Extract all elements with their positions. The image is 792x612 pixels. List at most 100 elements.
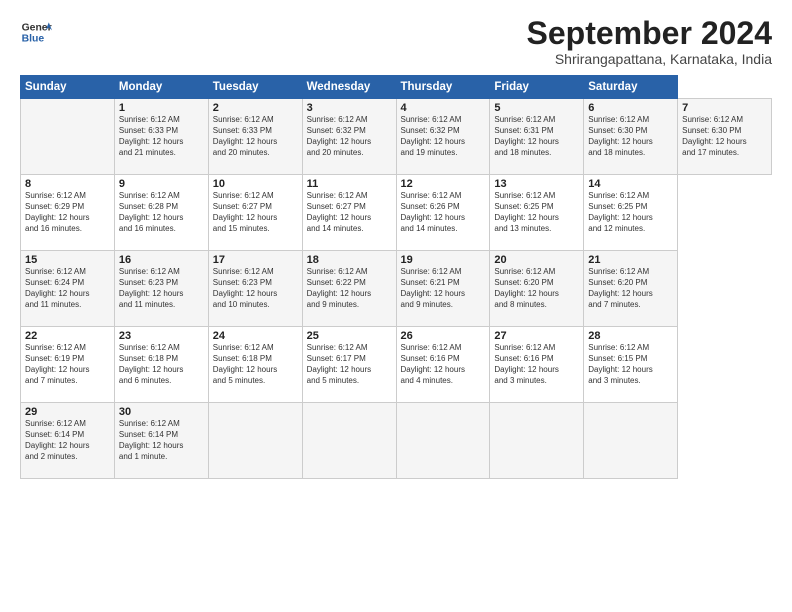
header: General Blue September 2024 Shrirangapat… [20, 16, 772, 67]
calendar-cell: 1Sunrise: 6:12 AM Sunset: 6:33 PM Daylig… [114, 99, 208, 175]
day-info: Sunrise: 6:12 AM Sunset: 6:29 PM Dayligh… [25, 191, 110, 234]
calendar-cell: 19Sunrise: 6:12 AM Sunset: 6:21 PM Dayli… [396, 251, 490, 327]
day-number: 29 [25, 406, 110, 418]
calendar-cell [490, 403, 584, 479]
calendar-cell [302, 403, 396, 479]
calendar-cell [584, 403, 678, 479]
day-info: Sunrise: 6:12 AM Sunset: 6:23 PM Dayligh… [213, 267, 298, 310]
calendar-cell: 26Sunrise: 6:12 AM Sunset: 6:16 PM Dayli… [396, 327, 490, 403]
calendar-cell: 17Sunrise: 6:12 AM Sunset: 6:23 PM Dayli… [208, 251, 302, 327]
day-info: Sunrise: 6:12 AM Sunset: 6:16 PM Dayligh… [494, 343, 579, 386]
day-info: Sunrise: 6:12 AM Sunset: 6:28 PM Dayligh… [119, 191, 204, 234]
calendar-cell: 5Sunrise: 6:12 AM Sunset: 6:31 PM Daylig… [490, 99, 584, 175]
calendar-cell: 6Sunrise: 6:12 AM Sunset: 6:30 PM Daylig… [584, 99, 678, 175]
main-title: September 2024 [527, 16, 772, 51]
calendar-cell: 21Sunrise: 6:12 AM Sunset: 6:20 PM Dayli… [584, 251, 678, 327]
day-info: Sunrise: 6:12 AM Sunset: 6:23 PM Dayligh… [119, 267, 204, 310]
calendar-cell: 25Sunrise: 6:12 AM Sunset: 6:17 PM Dayli… [302, 327, 396, 403]
day-info: Sunrise: 6:12 AM Sunset: 6:22 PM Dayligh… [307, 267, 392, 310]
calendar-cell: 16Sunrise: 6:12 AM Sunset: 6:23 PM Dayli… [114, 251, 208, 327]
day-number: 18 [307, 254, 392, 266]
page: General Blue September 2024 Shrirangapat… [0, 0, 792, 612]
day-info: Sunrise: 6:12 AM Sunset: 6:26 PM Dayligh… [401, 191, 486, 234]
day-info: Sunrise: 6:12 AM Sunset: 6:21 PM Dayligh… [401, 267, 486, 310]
day-number: 2 [213, 102, 298, 114]
calendar-cell: 18Sunrise: 6:12 AM Sunset: 6:22 PM Dayli… [302, 251, 396, 327]
day-info: Sunrise: 6:12 AM Sunset: 6:32 PM Dayligh… [401, 115, 486, 158]
day-number: 14 [588, 178, 673, 190]
day-info: Sunrise: 6:12 AM Sunset: 6:32 PM Dayligh… [307, 115, 392, 158]
day-info: Sunrise: 6:12 AM Sunset: 6:33 PM Dayligh… [213, 115, 298, 158]
calendar-cell: 24Sunrise: 6:12 AM Sunset: 6:18 PM Dayli… [208, 327, 302, 403]
col-header-wednesday: Wednesday [302, 76, 396, 99]
calendar-cell: 27Sunrise: 6:12 AM Sunset: 6:16 PM Dayli… [490, 327, 584, 403]
day-info: Sunrise: 6:12 AM Sunset: 6:33 PM Dayligh… [119, 115, 204, 158]
calendar-cell [21, 99, 115, 175]
day-info: Sunrise: 6:12 AM Sunset: 6:14 PM Dayligh… [119, 419, 204, 462]
day-number: 15 [25, 254, 110, 266]
week-row-1: 1Sunrise: 6:12 AM Sunset: 6:33 PM Daylig… [21, 99, 772, 175]
day-number: 16 [119, 254, 204, 266]
calendar-cell: 23Sunrise: 6:12 AM Sunset: 6:18 PM Dayli… [114, 327, 208, 403]
day-number: 6 [588, 102, 673, 114]
calendar-cell: 3Sunrise: 6:12 AM Sunset: 6:32 PM Daylig… [302, 99, 396, 175]
calendar-cell: 30Sunrise: 6:12 AM Sunset: 6:14 PM Dayli… [114, 403, 208, 479]
calendar-table: SundayMondayTuesdayWednesdayThursdayFrid… [20, 75, 772, 479]
week-row-4: 22Sunrise: 6:12 AM Sunset: 6:19 PM Dayli… [21, 327, 772, 403]
day-info: Sunrise: 6:12 AM Sunset: 6:25 PM Dayligh… [588, 191, 673, 234]
day-number: 1 [119, 102, 204, 114]
calendar-cell: 20Sunrise: 6:12 AM Sunset: 6:20 PM Dayli… [490, 251, 584, 327]
day-number: 11 [307, 178, 392, 190]
day-number: 13 [494, 178, 579, 190]
day-number: 12 [401, 178, 486, 190]
logo: General Blue [20, 16, 52, 48]
calendar-cell: 29Sunrise: 6:12 AM Sunset: 6:14 PM Dayli… [21, 403, 115, 479]
day-number: 27 [494, 330, 579, 342]
svg-text:Blue: Blue [22, 34, 45, 45]
calendar-cell: 9Sunrise: 6:12 AM Sunset: 6:28 PM Daylig… [114, 175, 208, 251]
calendar-cell: 13Sunrise: 6:12 AM Sunset: 6:25 PM Dayli… [490, 175, 584, 251]
day-info: Sunrise: 6:12 AM Sunset: 6:20 PM Dayligh… [494, 267, 579, 310]
calendar-cell: 8Sunrise: 6:12 AM Sunset: 6:29 PM Daylig… [21, 175, 115, 251]
calendar-cell: 12Sunrise: 6:12 AM Sunset: 6:26 PM Dayli… [396, 175, 490, 251]
week-row-5: 29Sunrise: 6:12 AM Sunset: 6:14 PM Dayli… [21, 403, 772, 479]
subtitle: Shrirangapattana, Karnataka, India [527, 51, 772, 67]
day-number: 30 [119, 406, 204, 418]
day-info: Sunrise: 6:12 AM Sunset: 6:27 PM Dayligh… [307, 191, 392, 234]
day-number: 20 [494, 254, 579, 266]
col-header-monday: Monday [114, 76, 208, 99]
day-number: 4 [401, 102, 486, 114]
calendar-cell: 4Sunrise: 6:12 AM Sunset: 6:32 PM Daylig… [396, 99, 490, 175]
day-number: 8 [25, 178, 110, 190]
calendar-cell: 22Sunrise: 6:12 AM Sunset: 6:19 PM Dayli… [21, 327, 115, 403]
day-number: 22 [25, 330, 110, 342]
day-info: Sunrise: 6:12 AM Sunset: 6:31 PM Dayligh… [494, 115, 579, 158]
calendar-cell: 15Sunrise: 6:12 AM Sunset: 6:24 PM Dayli… [21, 251, 115, 327]
calendar-cell [208, 403, 302, 479]
day-info: Sunrise: 6:12 AM Sunset: 6:18 PM Dayligh… [119, 343, 204, 386]
day-info: Sunrise: 6:12 AM Sunset: 6:30 PM Dayligh… [588, 115, 673, 158]
day-number: 28 [588, 330, 673, 342]
day-number: 19 [401, 254, 486, 266]
day-number: 10 [213, 178, 298, 190]
week-row-2: 8Sunrise: 6:12 AM Sunset: 6:29 PM Daylig… [21, 175, 772, 251]
day-info: Sunrise: 6:12 AM Sunset: 6:30 PM Dayligh… [682, 115, 767, 158]
col-header-thursday: Thursday [396, 76, 490, 99]
day-number: 21 [588, 254, 673, 266]
calendar-cell [396, 403, 490, 479]
general-blue-logo-icon: General Blue [20, 16, 52, 48]
col-header-friday: Friday [490, 76, 584, 99]
calendar-cell: 28Sunrise: 6:12 AM Sunset: 6:15 PM Dayli… [584, 327, 678, 403]
col-header-sunday: Sunday [21, 76, 115, 99]
day-info: Sunrise: 6:12 AM Sunset: 6:19 PM Dayligh… [25, 343, 110, 386]
title-block: September 2024 Shrirangapattana, Karnata… [527, 16, 772, 67]
day-number: 9 [119, 178, 204, 190]
day-info: Sunrise: 6:12 AM Sunset: 6:27 PM Dayligh… [213, 191, 298, 234]
day-number: 7 [682, 102, 767, 114]
calendar-cell: 11Sunrise: 6:12 AM Sunset: 6:27 PM Dayli… [302, 175, 396, 251]
calendar-cell: 7Sunrise: 6:12 AM Sunset: 6:30 PM Daylig… [678, 99, 772, 175]
header-row: SundayMondayTuesdayWednesdayThursdayFrid… [21, 76, 772, 99]
day-info: Sunrise: 6:12 AM Sunset: 6:14 PM Dayligh… [25, 419, 110, 462]
day-info: Sunrise: 6:12 AM Sunset: 6:24 PM Dayligh… [25, 267, 110, 310]
day-info: Sunrise: 6:12 AM Sunset: 6:25 PM Dayligh… [494, 191, 579, 234]
